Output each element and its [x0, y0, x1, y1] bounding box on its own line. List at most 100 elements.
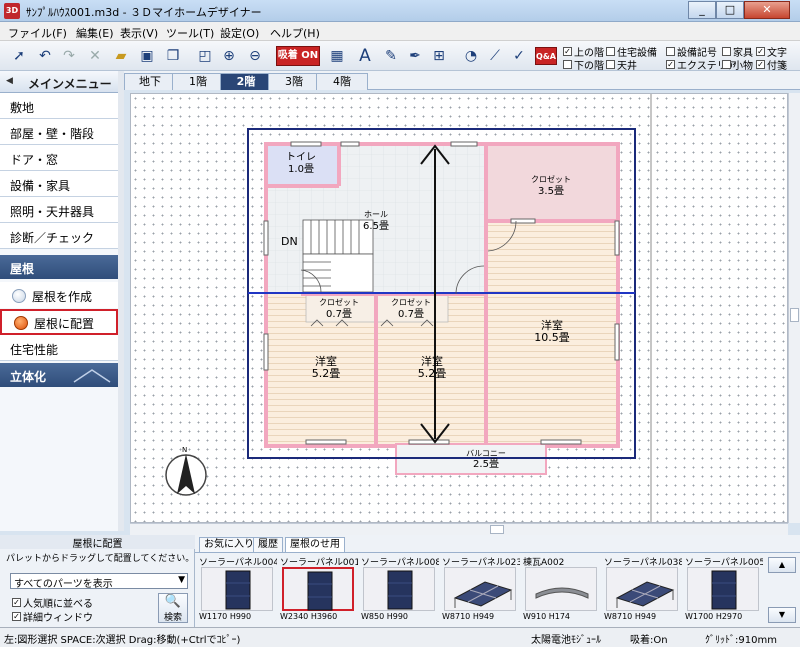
delete-icon[interactable]: ✕ [84, 45, 106, 67]
dimension-check-icon[interactable]: ✓ [508, 45, 530, 67]
tab-favorites[interactable]: お気に入り [199, 537, 259, 552]
search-label: 検索 [163, 613, 182, 623]
menu-item-equipment-furniture[interactable]: 設備・家具 [0, 171, 118, 197]
maximize-button[interactable]: □ [716, 1, 744, 19]
panel-scrollbar[interactable] [118, 71, 124, 531]
search-button[interactable]: 🔍 検索 [158, 593, 188, 623]
check-sticky-notes[interactable]: ✓ 付箋 [756, 57, 787, 72]
title-bar: 3D ｻﾝﾌﾟﾙﾊｳｽ001.m3d - ３Ｄマイホームデザイナー _ □ ✕ [0, 0, 800, 22]
room-label: トイレ 1.0畳 [286, 152, 316, 175]
vertical-scrollbar[interactable] [788, 93, 800, 523]
roof-option-label: 屋根を作成 [32, 290, 93, 304]
compass-icon[interactable]: ◔ [460, 45, 482, 67]
redo-icon[interactable]: ↷ [58, 45, 80, 67]
tab-roof-parts[interactable]: 屋根のせ用 [285, 537, 345, 552]
text-edit-icon[interactable]: ✎ [380, 45, 402, 67]
select-arrow-icon[interactable]: ➚ [8, 45, 30, 67]
check-label: 詳細ウィンドウ [23, 613, 93, 624]
menu-tools[interactable]: ツール(T) [166, 25, 214, 41]
status-grid: ｸﾞﾘｯﾄﾞ:910mm [705, 635, 777, 646]
status-snap: 吸着:On [630, 635, 668, 646]
parts-filter-select[interactable]: すべてのパーツを表示 ▼ [10, 573, 188, 590]
dropdown-arrow-icon: ▼ [178, 575, 185, 585]
roof-section-header[interactable]: 屋根 [0, 255, 118, 279]
snap-toggle-button[interactable]: 吸着 ON [276, 46, 320, 66]
tab-floor-3[interactable]: 3階 [268, 73, 320, 90]
dimension-icon[interactable]: ⊞ [428, 45, 450, 67]
zoom-in-icon[interactable]: ⊕ [218, 45, 240, 67]
check-sort-popular[interactable]: ✓ 人気順に並べる [12, 595, 93, 610]
close-button[interactable]: ✕ [744, 1, 790, 19]
menu-item-lighting-ceiling[interactable]: 照明・天井器具 [0, 197, 118, 223]
roof-option-label: 屋根に配置 [34, 317, 95, 331]
floor-plan-canvas[interactable]: トイレ 1.0畳 ホール 6.5畳 クロゼット 3.5畳 クロゼット 0.7畳 クロゼッ… [130, 93, 788, 523]
draw-pen-icon[interactable]: ✒ [404, 45, 426, 67]
room-label: ホール 6.5畳 [363, 210, 389, 232]
status-part: 太陽電池ﾓｼﾞｭｰﾙ [531, 635, 601, 646]
palette-part-item[interactable]: ソーラーパネル001 W2340 H3960 [280, 555, 358, 625]
room-label: クロゼット 0.7畳 [319, 298, 359, 320]
solid-section-header[interactable]: 立体化 [0, 363, 118, 387]
toolbar: ➚ ↶ ↷ ✕ ▰ ▣ ❐ ◰ ⊕ ⊖ 吸着 ON ▦ A ✎ ✒ ⊞ ◔ ⟋ … [0, 41, 800, 72]
measure-icon[interactable]: ⟋ [484, 45, 506, 67]
radio-selected-icon [14, 316, 28, 330]
scroll-up-icon[interactable]: ▲ [768, 557, 796, 573]
checkbox-icon [722, 47, 731, 56]
check-detail-window[interactable]: ✓ 詳細ウィンドウ [12, 609, 93, 624]
palette-part-item[interactable]: ソーラーパネル005 W1700 H2970 [685, 555, 763, 625]
fit-view-icon[interactable]: ◰ [194, 45, 216, 67]
check-label: 小物 [733, 61, 753, 72]
palette-part-item[interactable]: ソーラーパネル004 W1170 H990 [199, 555, 277, 625]
palette-part-item[interactable]: ソーラーパネル008 W850 H990 [361, 555, 439, 625]
undo-icon[interactable]: ↶ [34, 45, 56, 67]
check-lower-floor[interactable]: 下の階 [563, 57, 604, 72]
palette-part-item[interactable]: ソーラーパネル023 W8710 H949 [442, 555, 520, 625]
room-label: 洋室 5.2畳 [311, 355, 341, 380]
qa-button[interactable]: Q&A [535, 47, 557, 65]
copy-icon[interactable]: ❐ [162, 45, 184, 67]
text-icon[interactable]: A [354, 45, 376, 67]
minimize-button[interactable]: _ [688, 1, 716, 19]
horizontal-scroll-thumb[interactable] [490, 525, 504, 534]
scroll-down-icon[interactable]: ▼ [768, 607, 796, 623]
room-label: クロゼット 0.7畳 [391, 298, 431, 320]
tab-floor-4[interactable]: 4階 [316, 73, 368, 90]
zoom-out-icon[interactable]: ⊖ [244, 45, 266, 67]
tab-floor-1[interactable]: 1階 [172, 73, 224, 90]
menu-file[interactable]: ファイル(F) [8, 25, 67, 41]
menu-item-house-performance[interactable]: 住宅性能 [0, 335, 118, 361]
palette-part-item[interactable]: 棟瓦A002 W910 H174 [523, 555, 601, 625]
tab-history[interactable]: 履歴 [253, 537, 283, 552]
main-menu-header[interactable]: ◀ メインメニュー [0, 71, 124, 93]
room-label: クロゼット 3.5畳 [531, 175, 571, 197]
solar-panel-thumbnail-icon [201, 567, 273, 611]
menu-item-doors-windows[interactable]: ドア・窓 [0, 145, 118, 171]
menu-item-rooms-walls-stairs[interactable]: 部屋・壁・階段 [0, 119, 118, 145]
checkbox-icon [563, 60, 572, 69]
menu-item-site[interactable]: 敷地 [0, 93, 118, 119]
menu-settings[interactable]: 設定(O) [220, 25, 259, 41]
check-small-items[interactable]: 小物 [722, 57, 753, 72]
search-icon: 🔍 [164, 594, 182, 609]
menu-view[interactable]: 表示(V) [120, 25, 158, 41]
save-icon[interactable]: ▣ [136, 45, 158, 67]
check-ceiling[interactable]: 天井 [606, 57, 637, 72]
roof-option-create[interactable]: 屋根を作成 [0, 282, 118, 308]
horizontal-scrollbar[interactable] [130, 523, 788, 535]
menu-help[interactable]: ヘルプ(H) [270, 25, 320, 41]
menu-edit[interactable]: 編集(E) [76, 25, 114, 41]
floor-tab-bar: 地下 1階 2階 3階 4階 [124, 71, 800, 90]
palette-part-item[interactable]: ソーラーパネル038 W8710 H949 [604, 555, 682, 625]
open-folder-icon[interactable]: ▰ [110, 45, 132, 67]
vertical-scroll-thumb[interactable] [790, 308, 799, 322]
palette-options-panel: 屋根に配置 パレットからドラッグして配置してください。 すべてのパーツを表示 ▼… [0, 535, 195, 627]
roof-option-place[interactable]: 屋根に配置 [0, 309, 118, 335]
collapse-left-icon[interactable]: ◀ [6, 76, 13, 86]
tab-basement[interactable]: 地下 [124, 73, 176, 90]
menu-item-diagnosis-check[interactable]: 診断／チェック [0, 223, 118, 249]
grid-icon[interactable]: ▦ [326, 45, 348, 67]
status-bar: 左:図形選択 SPACE:次選択 Drag:移動(+Ctrlでｺﾋﾟｰ) 太陽電… [0, 627, 800, 647]
north-compass-icon [165, 454, 207, 496]
part-dimensions: W910 H174 [523, 612, 571, 621]
tab-floor-2[interactable]: 2階 [220, 73, 272, 90]
